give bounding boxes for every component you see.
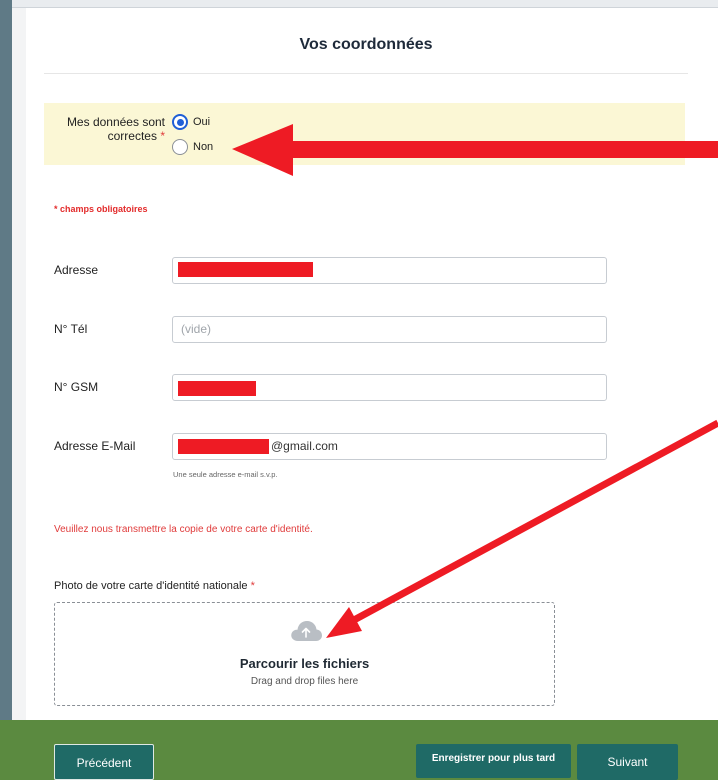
address-label: Adresse	[54, 263, 99, 277]
data-confirmation-label: Mes données sont correctes *	[52, 115, 165, 143]
redaction-mark	[178, 262, 313, 277]
photo-label-text: Photo de votre carte d'identité national…	[54, 580, 248, 592]
next-button[interactable]: Suivant	[577, 744, 678, 780]
radio-oui-label[interactable]: Oui	[193, 116, 210, 128]
photo-upload-label: Photo de votre carte d'identité national…	[54, 580, 255, 592]
radio-non[interactable]	[172, 139, 188, 155]
window-top-bar	[0, 0, 718, 8]
phone-input[interactable]: (vide)	[172, 316, 607, 343]
page-title: Vos coordonnées	[299, 36, 433, 53]
phone-label: N° Tél	[54, 322, 88, 336]
window-left-border	[0, 0, 12, 780]
radio-oui[interactable]	[172, 114, 188, 130]
cloud-upload-icon	[291, 621, 322, 641]
previous-button[interactable]: Précédent	[54, 744, 154, 780]
confirm-label-text: Mes données sont correctes	[66, 115, 165, 143]
file-dropzone[interactable]	[54, 602, 555, 706]
required-asterisk: *	[250, 580, 255, 592]
required-fields-note: * champs obligatoires	[54, 204, 148, 214]
radio-non-label[interactable]: Non	[193, 141, 213, 153]
email-hint: Une seule adresse e-mail s.v.p.	[173, 470, 278, 479]
page-gutter	[12, 8, 26, 720]
id-card-notice: Veuillez nous transmettre la copie de vo…	[54, 524, 313, 535]
redaction-mark	[178, 439, 269, 454]
title-divider	[44, 73, 688, 74]
email-label: Adresse E-Mail	[54, 439, 136, 453]
drag-drop-hint: Drag and drop files here	[250, 676, 359, 687]
browse-files-link[interactable]: Parcourir les fichiers	[54, 656, 555, 671]
required-asterisk: *	[160, 129, 165, 143]
save-for-later-button[interactable]: Enregistrer pour plus tard	[416, 744, 571, 778]
gsm-label: N° GSM	[54, 380, 99, 394]
redaction-mark	[178, 381, 256, 396]
